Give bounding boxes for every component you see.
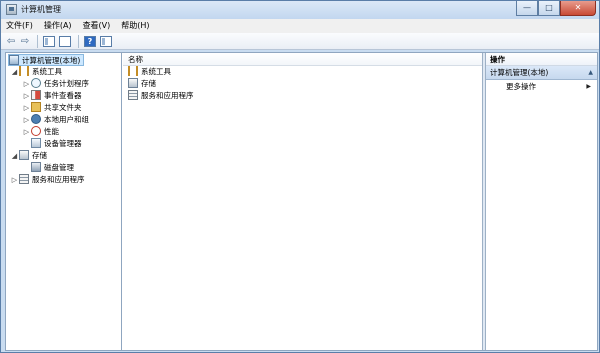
list-item-label: 服务和应用程序 bbox=[141, 91, 194, 100]
export-list-button[interactable] bbox=[58, 35, 72, 48]
tree-item-label: 设备管理器 bbox=[44, 139, 82, 148]
expand-icon[interactable]: ▷ bbox=[22, 114, 31, 126]
tree-item-system-tools[interactable]: ◢ 系统工具 bbox=[10, 66, 62, 78]
maximize-button[interactable]: □ bbox=[538, 1, 560, 16]
menu-action[interactable]: 操作(A) bbox=[44, 19, 72, 33]
expand-icon[interactable]: ▷ bbox=[22, 102, 31, 114]
tree-item-services-applications[interactable]: ▷ 服务和应用程序 bbox=[10, 174, 85, 186]
expand-icon[interactable]: ▷ bbox=[10, 174, 19, 186]
back-button[interactable]: ⇦ bbox=[5, 35, 17, 48]
tree-item-label: 任务计划程序 bbox=[44, 79, 89, 88]
window-title: 计算机管理 bbox=[21, 5, 61, 14]
console-tree-icon bbox=[43, 35, 55, 47]
close-button[interactable]: ✕ bbox=[560, 1, 596, 16]
tree-item-shared-folders[interactable]: ▷ 共享文件夹 bbox=[22, 102, 82, 114]
menu-file[interactable]: 文件(F) bbox=[6, 19, 33, 33]
system-tools-icon bbox=[128, 66, 138, 76]
computer-management-window: 计算机管理 — □ ✕ 文件(F) 操作(A) 查看(V) 帮助(H) ⇦ ⇨ … bbox=[0, 0, 600, 353]
mmc-content: 计算机管理(本地) ◢ 系统工具 ▷ 任务计划程序 ▷ 事件查看器 ▷ 共享文件夹 ▷ 本… bbox=[5, 52, 598, 351]
list-item-storage[interactable]: 存储 bbox=[123, 78, 482, 90]
storage-icon bbox=[128, 78, 138, 88]
console-tree: 计算机管理(本地) ◢ 系统工具 ▷ 任务计划程序 ▷ 事件查看器 ▷ 共享文件夹 ▷ 本… bbox=[6, 53, 122, 350]
tree-item-label: 本地用户和组 bbox=[44, 115, 89, 124]
menu-bar: 文件(F) 操作(A) 查看(V) 帮助(H) bbox=[1, 19, 599, 33]
tree-item-label: 系统工具 bbox=[32, 67, 62, 76]
tree-item-event-viewer[interactable]: ▷ 事件查看器 bbox=[22, 90, 82, 102]
details-pane: 名称 系统工具 存储 服务和应用程序 bbox=[123, 53, 482, 350]
tree-item-storage[interactable]: ◢ 存储 bbox=[10, 150, 47, 162]
show-hide-action-pane-button[interactable] bbox=[99, 35, 113, 48]
action-group-label: 计算机管理(本地) bbox=[490, 68, 549, 77]
title-bar: 计算机管理 — □ ✕ bbox=[1, 1, 599, 19]
list-item-label: 系统工具 bbox=[141, 67, 171, 76]
action-group-computer-management[interactable]: 计算机管理(本地) bbox=[486, 66, 597, 80]
tree-item-computer-management[interactable]: 计算机管理(本地) bbox=[8, 54, 85, 66]
toolbar-separator bbox=[78, 34, 79, 48]
list-item-services-applications[interactable]: 服务和应用程序 bbox=[123, 90, 482, 102]
expand-icon[interactable]: ▷ bbox=[22, 78, 31, 90]
tree-item-performance[interactable]: ▷ 性能 bbox=[22, 126, 59, 138]
clock-icon bbox=[31, 78, 41, 88]
actions-pane: 操作 计算机管理(本地) 更多操作 bbox=[486, 53, 597, 350]
menu-view[interactable]: 查看(V) bbox=[83, 19, 111, 33]
tree-item-device-manager[interactable]: 设备管理器 bbox=[31, 138, 82, 150]
list-item-label: 存储 bbox=[141, 79, 156, 88]
collapse-icon[interactable]: ◢ bbox=[10, 66, 19, 78]
show-hide-console-tree-button[interactable] bbox=[42, 35, 56, 48]
tree-item-label: 共享文件夹 bbox=[44, 103, 82, 112]
toolbar-separator bbox=[37, 34, 38, 48]
storage-icon bbox=[19, 150, 29, 160]
services-applications-icon bbox=[19, 174, 29, 184]
shared-folder-icon bbox=[31, 102, 41, 112]
window-controls: — □ ✕ bbox=[516, 1, 596, 16]
help-icon: ? bbox=[84, 35, 96, 47]
expand-icon[interactable]: ▷ bbox=[22, 90, 31, 102]
list-item-system-tools[interactable]: 系统工具 bbox=[123, 66, 482, 78]
menu-help[interactable]: 帮助(H) bbox=[121, 19, 149, 33]
users-icon bbox=[31, 114, 41, 124]
expand-icon[interactable]: ▷ bbox=[22, 126, 31, 138]
tree-root-label: 计算机管理(本地) bbox=[22, 56, 81, 65]
tree-item-label: 存储 bbox=[32, 151, 47, 160]
tree-item-label: 性能 bbox=[44, 127, 59, 136]
tree-item-disk-management[interactable]: 磁盘管理 bbox=[31, 162, 74, 174]
toolbar: ⇦ ⇨ ? bbox=[1, 33, 599, 50]
action-pane-icon bbox=[100, 35, 112, 47]
more-actions-item[interactable]: 更多操作 bbox=[486, 80, 597, 94]
computer-management-icon bbox=[6, 4, 17, 15]
services-applications-icon bbox=[128, 90, 138, 100]
more-actions-label: 更多操作 bbox=[506, 82, 536, 91]
disk-management-icon bbox=[31, 162, 41, 172]
tree-item-task-scheduler[interactable]: ▷ 任务计划程序 bbox=[22, 78, 89, 90]
help-button[interactable]: ? bbox=[83, 35, 97, 48]
system-tools-icon bbox=[19, 66, 29, 76]
performance-icon bbox=[31, 126, 41, 136]
collapse-icon[interactable]: ◢ bbox=[10, 150, 19, 162]
computer-icon bbox=[9, 55, 19, 65]
export-list-icon bbox=[59, 35, 71, 47]
event-viewer-icon bbox=[31, 90, 41, 100]
actions-header: 操作 bbox=[486, 53, 597, 66]
minimize-button[interactable]: — bbox=[516, 1, 538, 16]
tree-item-label: 服务和应用程序 bbox=[32, 175, 85, 184]
device-manager-icon bbox=[31, 138, 41, 148]
name-column-header[interactable]: 名称 bbox=[123, 53, 482, 66]
forward-button[interactable]: ⇨ bbox=[19, 35, 31, 48]
tree-item-local-users-groups[interactable]: ▷ 本地用户和组 bbox=[22, 114, 89, 126]
tree-item-label: 事件查看器 bbox=[44, 91, 82, 100]
tree-item-label: 磁盘管理 bbox=[44, 163, 74, 172]
